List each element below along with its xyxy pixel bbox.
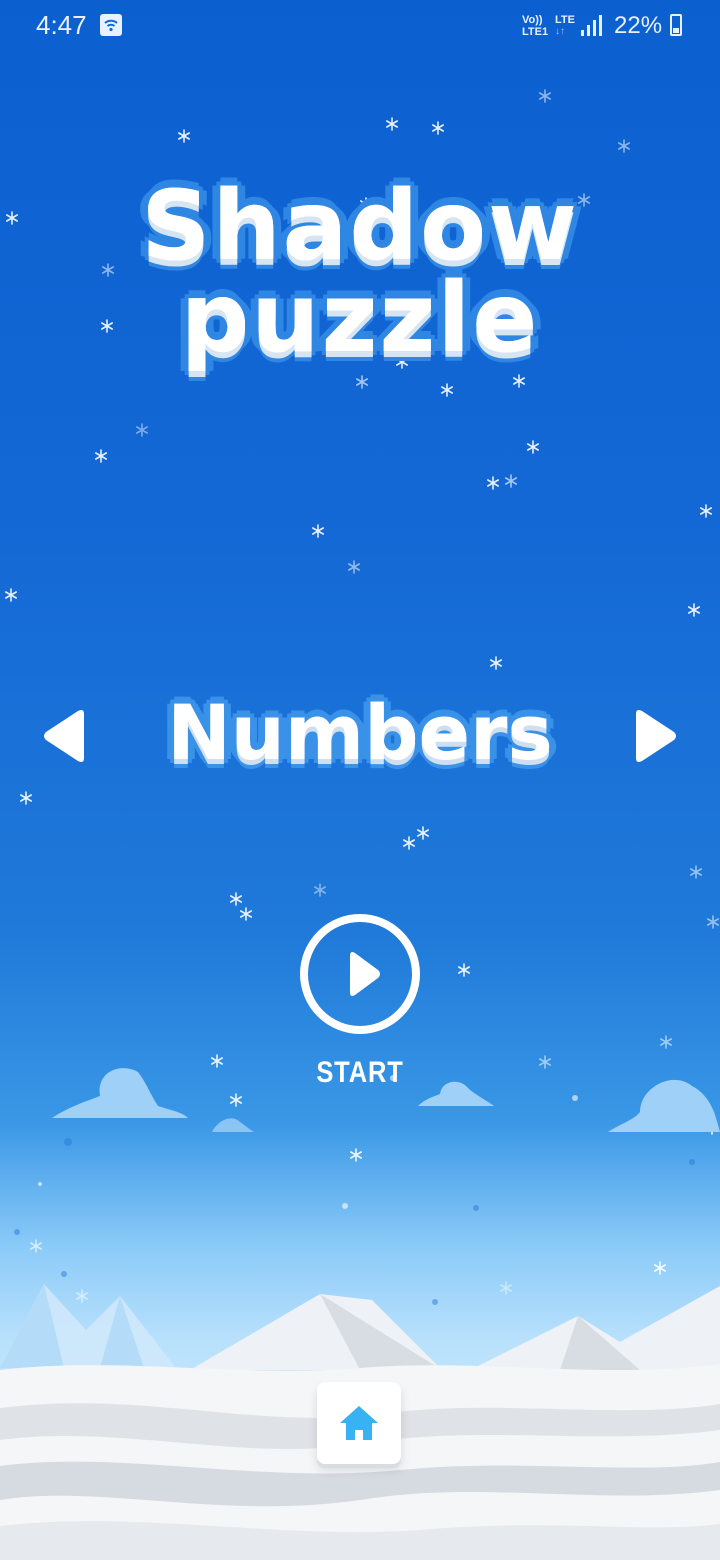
- status-time: 4:47: [36, 10, 87, 40]
- title-line-1: Shadow: [141, 170, 579, 282]
- signal-icon: [581, 15, 602, 36]
- start-button[interactable]: [298, 912, 422, 1036]
- battery-percent: 22%: [614, 12, 663, 39]
- wifi-icon: [100, 14, 122, 36]
- volte-bottom-label: LTE1: [522, 26, 549, 38]
- battery-icon: [670, 14, 682, 36]
- right-arrow-icon[interactable]: [630, 708, 680, 764]
- home-icon: [340, 1406, 378, 1440]
- play-icon: [350, 952, 380, 996]
- category-selector: Numbers: [0, 688, 720, 778]
- category-label: Numbers: [167, 688, 553, 777]
- game-screen: 4:47 Vo)) LTE1 LTE ↓↑ 22% Shadow puzzle: [0, 0, 720, 1560]
- start-label: START: [316, 1056, 404, 1089]
- volte-indicator: Vo)) LTE1: [522, 14, 548, 38]
- lte-indicator: LTE ↓↑: [555, 14, 575, 38]
- game-title: Shadow puzzle: [0, 170, 720, 374]
- status-bar: 4:47 Vo)) LTE1 LTE ↓↑ 22%: [0, 0, 720, 56]
- data-arrows-icon: ↓↑: [555, 26, 565, 37]
- home-button[interactable]: [317, 1382, 401, 1464]
- lte-label: LTE: [555, 14, 575, 26]
- title-line-2: puzzle: [180, 262, 540, 374]
- volte-top-label: Vo)): [522, 14, 543, 26]
